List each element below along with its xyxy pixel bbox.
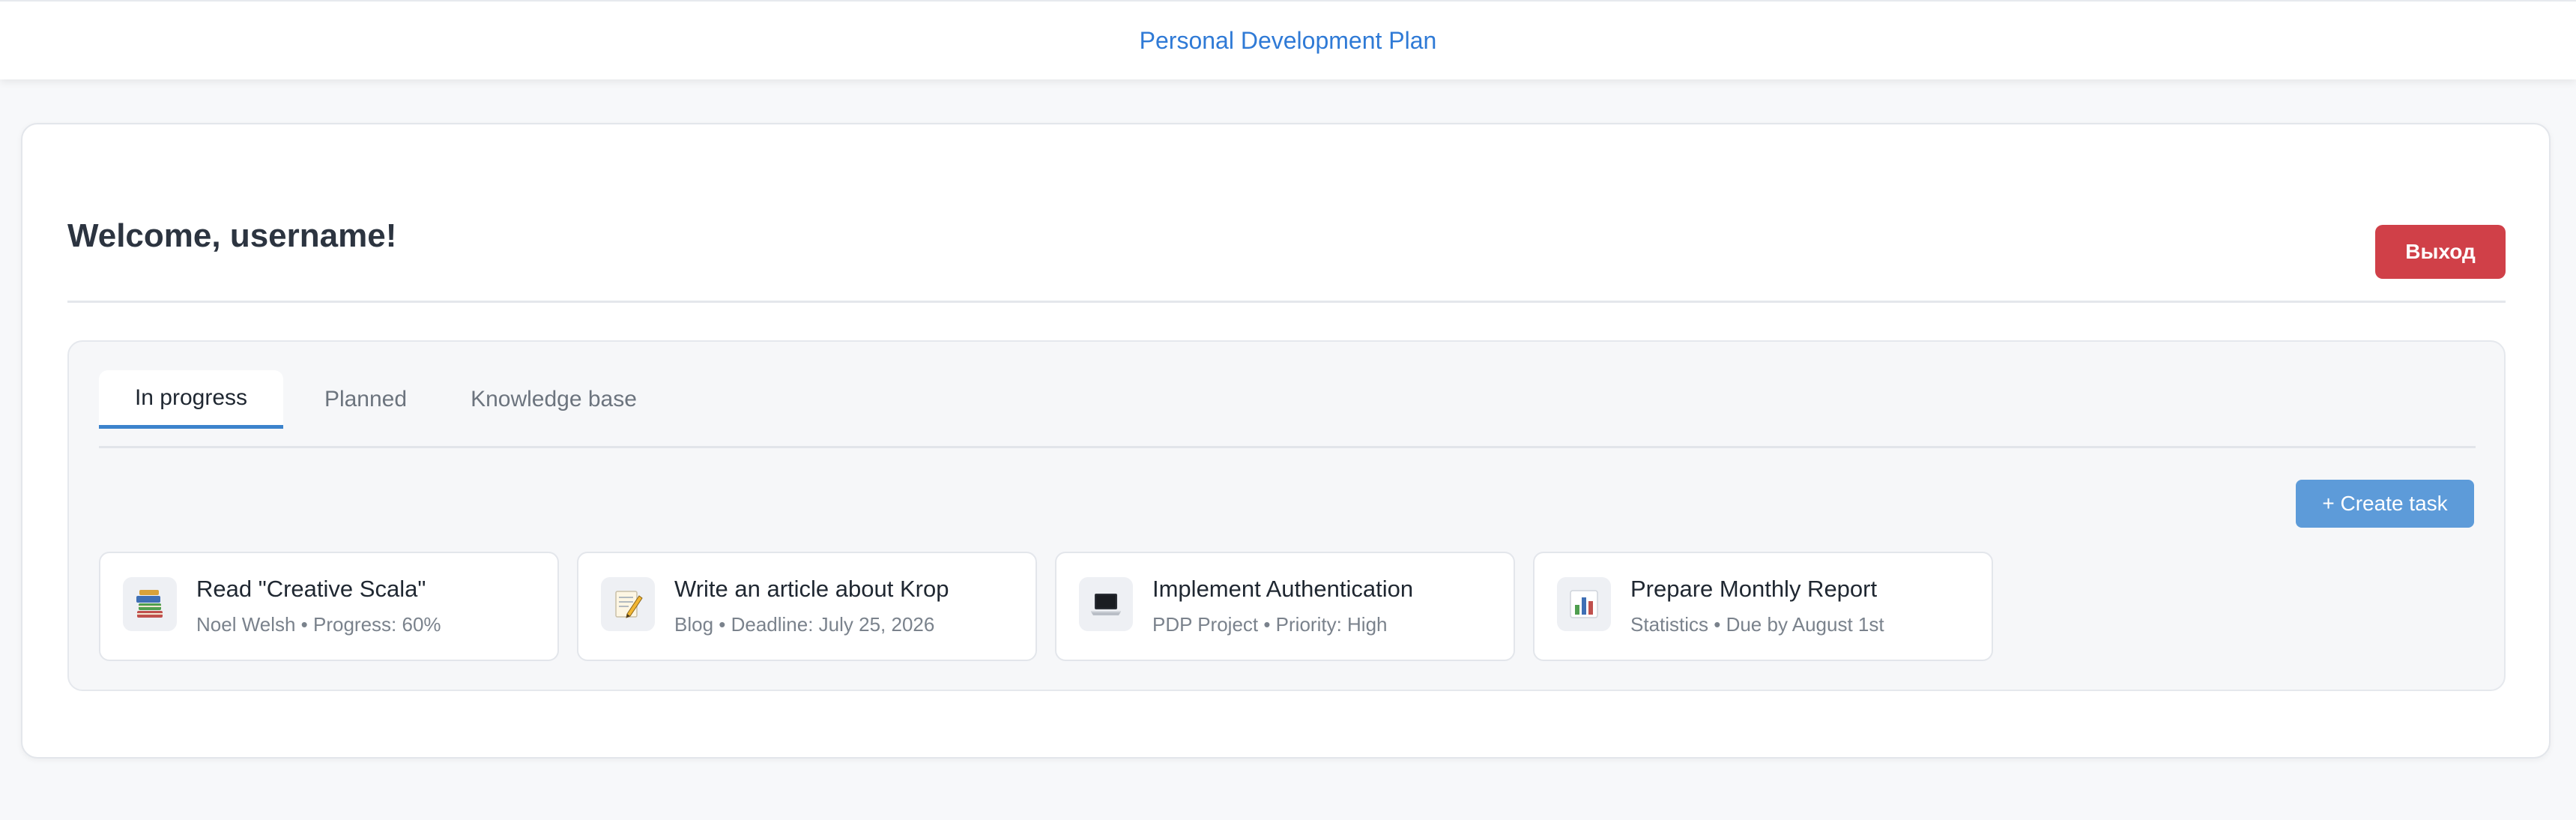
task-card[interactable]: Write an article about Krop Blog • Deadl… xyxy=(577,552,1037,661)
tab-planned[interactable]: Planned xyxy=(306,370,426,429)
tasks-panel: In progress Planned Knowledge base + Cre… xyxy=(67,340,2506,691)
task-title: Prepare Monthly Report xyxy=(1630,576,1878,602)
tab-knowledge-base[interactable]: Knowledge base xyxy=(453,370,655,429)
task-card[interactable]: Implement Authentication PDP Project • P… xyxy=(1055,552,1515,661)
bar-chart-icon xyxy=(1557,577,1611,631)
main-card: Welcome, username! Выход In progress Pla… xyxy=(21,123,2551,759)
app-title-link[interactable]: Personal Development Plan xyxy=(1140,27,1437,55)
top-navbar: Personal Development Plan xyxy=(0,0,2576,79)
task-title: Read "Creative Scala" xyxy=(196,576,426,602)
task-card[interactable]: Prepare Monthly Report Statistics • Due … xyxy=(1533,552,1993,661)
memo-icon xyxy=(601,577,655,631)
task-meta: Blog • Deadline: July 25, 2026 xyxy=(674,613,935,636)
books-icon xyxy=(123,577,177,631)
task-meta: Noel Welsh • Progress: 60% xyxy=(196,613,441,636)
welcome-title: Welcome, username! xyxy=(67,217,397,254)
task-title: Write an article about Krop xyxy=(674,576,949,602)
laptop-icon xyxy=(1079,577,1133,631)
task-card[interactable]: Read "Creative Scala" Noel Welsh • Progr… xyxy=(99,552,559,661)
logout-button[interactable]: Выход xyxy=(2375,225,2506,279)
task-meta: Statistics • Due by August 1st xyxy=(1630,613,1884,636)
task-meta: PDP Project • Priority: High xyxy=(1152,613,1388,636)
tab-in-progress[interactable]: In progress xyxy=(99,370,283,429)
create-task-button[interactable]: + Create task xyxy=(2296,480,2474,528)
tab-bar: In progress Planned Knowledge base xyxy=(99,370,2476,448)
task-title: Implement Authentication xyxy=(1152,576,1414,602)
task-list: Read "Creative Scala" Noel Welsh • Progr… xyxy=(99,552,2476,661)
welcome-header: Welcome, username! Выход xyxy=(67,214,2506,303)
